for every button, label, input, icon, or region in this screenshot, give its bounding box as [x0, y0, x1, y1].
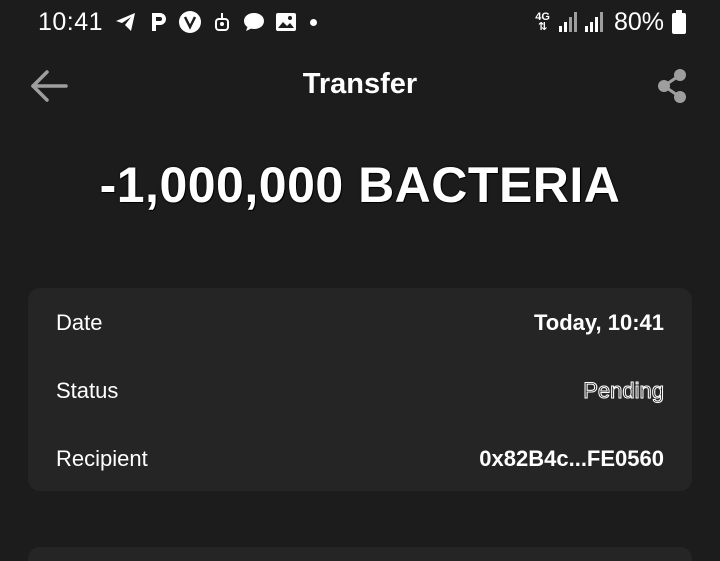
share-icon	[658, 69, 686, 103]
notification-icons	[114, 9, 317, 35]
status-value: Pending	[583, 378, 665, 404]
chat-bubble-icon	[242, 10, 266, 34]
battery-percent: 80%	[613, 7, 664, 36]
share-button[interactable]	[654, 66, 690, 106]
detail-row-recipient[interactable]: Recipient 0x82B4c...FE0560	[56, 441, 664, 477]
transfer-screen: 10:41 4G ⇅ 80% Transfer -1,000,000 BACTE…	[0, 0, 720, 561]
transfer-amount: -1,000,000 BACTERIA	[99, 157, 621, 213]
signal-icon-sim1	[558, 12, 577, 32]
p-app-icon	[146, 10, 170, 34]
detail-label: Date	[56, 310, 103, 335]
status-time: 10:41	[38, 8, 104, 36]
status-right: 4G ⇅ 80%	[535, 8, 686, 36]
secondary-card	[28, 547, 692, 561]
page-title: Transfer	[302, 68, 418, 100]
battery-icon	[672, 10, 686, 34]
robot-icon	[210, 10, 234, 34]
detail-label: Status	[56, 378, 119, 403]
recipient-address[interactable]: 0x82B4c...FE0560	[479, 446, 664, 472]
detail-row-status: Status Pending	[56, 373, 664, 409]
v-badge-icon	[178, 10, 202, 34]
network-type: 4G ⇅	[535, 11, 550, 33]
image-icon	[274, 10, 298, 34]
detail-value: Today, 10:41	[533, 310, 664, 335]
app-header: Transfer	[0, 58, 720, 114]
more-notifications-dot	[310, 18, 317, 26]
detail-row-date: Date Today, 10:41	[56, 305, 664, 341]
telegram-icon	[114, 10, 138, 34]
transfer-details-card: Date Today, 10:41 Status Pending Recipie…	[28, 288, 692, 491]
signal-icon-sim2	[584, 12, 603, 32]
status-bar: 10:41 4G ⇅ 80%	[0, 0, 720, 44]
detail-label: Recipient	[56, 446, 148, 471]
